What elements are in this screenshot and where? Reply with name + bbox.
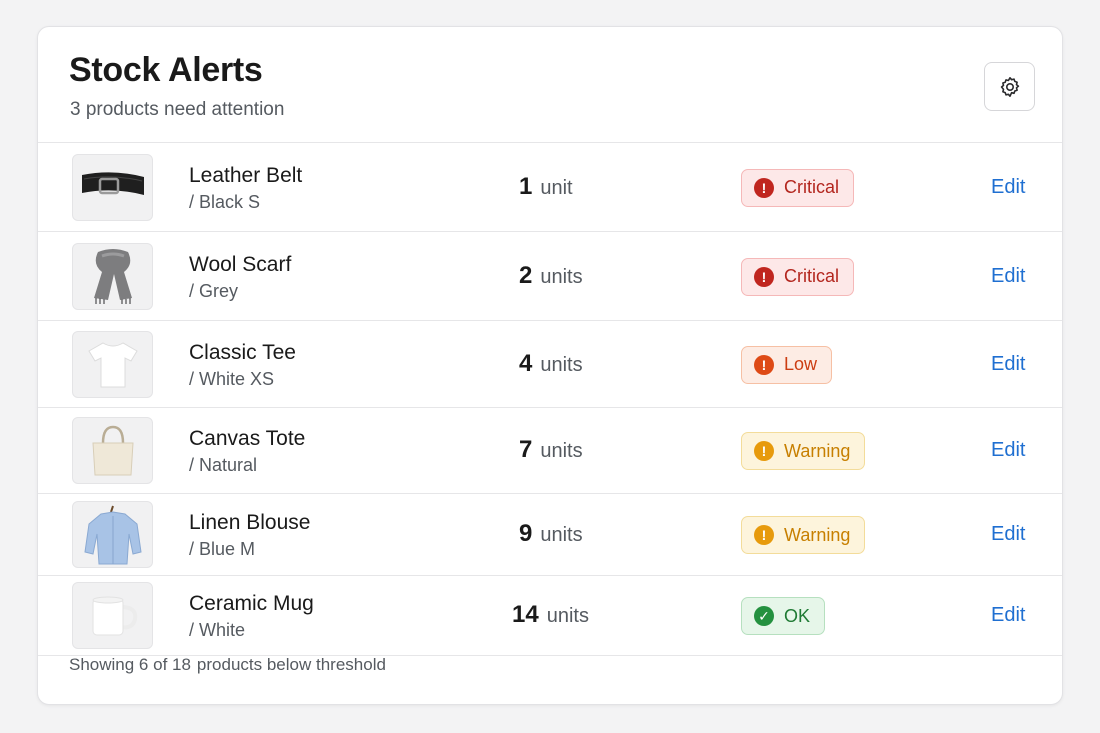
status-badge: ! Warning	[741, 432, 866, 470]
footer-count: Showing 6 of 18	[69, 655, 191, 674]
gear-icon	[1000, 76, 1019, 97]
quantity-unit: units	[540, 353, 583, 376]
quantity-value: 14	[512, 601, 539, 628]
quantity-unit: units	[540, 265, 583, 288]
product-name: Ceramic Mug	[189, 592, 314, 615]
status-label: Critical	[784, 266, 840, 286]
stock-quantity: 4 units	[519, 350, 583, 378]
status-badge: ! Critical	[741, 168, 855, 207]
status-label: Critical	[784, 177, 840, 197]
edit-link[interactable]: Edit	[991, 353, 1025, 376]
product-name: Canvas Tote	[189, 427, 306, 450]
alert-circle-icon: !	[754, 525, 774, 545]
status-badge: ! Low	[741, 345, 833, 384]
quantity-value: 7	[519, 436, 533, 463]
stock-quantity: 1 unit	[519, 173, 573, 201]
table-row: Classic Tee / White XS 4 units! Low Edit	[38, 321, 1062, 408]
stock-quantity: 7 units	[519, 436, 583, 464]
check-circle-icon: ✓	[754, 606, 774, 626]
table-row: Ceramic Mug / White 14 units ✓ OK Edit	[38, 576, 1062, 656]
table-footer: Showing 6 of 18 products below threshold	[38, 655, 1062, 675]
footer-suffix: products below threshold	[196, 655, 386, 674]
product-variant: / White XS	[189, 368, 275, 389]
page-subtitle: 3 products need attention	[70, 99, 285, 120]
product-thumbnail	[72, 501, 153, 568]
status-badge: ✓ OK	[741, 597, 826, 635]
quantity-value: 9	[519, 520, 533, 547]
product-variant: / Natural	[189, 455, 258, 475]
status-label: Low	[784, 354, 818, 374]
quantity-value: 4	[519, 349, 533, 377]
status-label: OK	[784, 605, 811, 626]
edit-link[interactable]: Edit	[991, 604, 1025, 627]
quantity-unit: units	[540, 440, 583, 462]
alert-circle-icon: !	[754, 177, 774, 198]
product-variant: / Black S	[189, 191, 261, 212]
settings-button[interactable]	[984, 62, 1035, 111]
status-label: Warning	[784, 524, 851, 545]
stock-quantity: 9 units	[519, 520, 583, 548]
alert-circle-icon: !	[754, 266, 774, 287]
table-row: Canvas Tote / Natural 7 units! Warning Edit	[38, 408, 1062, 494]
quantity-value: 2	[519, 261, 533, 289]
quantity-value: 1	[519, 172, 533, 200]
edit-link[interactable]: Edit	[991, 265, 1025, 288]
status-badge: ! Warning	[741, 516, 866, 554]
alert-circle-icon: !	[754, 441, 774, 461]
product-thumbnail	[72, 417, 153, 484]
table-row: Leather Belt / Black S 1 unit! Critical Edit	[38, 143, 1062, 232]
status-badge: ! Critical	[741, 257, 855, 296]
product-thumbnail	[72, 242, 153, 310]
stock-quantity: 14 units	[512, 601, 589, 629]
edit-link[interactable]: Edit	[991, 176, 1025, 199]
product-variant: / White	[189, 620, 246, 640]
quantity-unit: unit	[540, 176, 573, 199]
stock-quantity: 2 units	[519, 262, 583, 290]
edit-link[interactable]: Edit	[991, 523, 1025, 546]
table-row: Wool Scarf / Grey 2 units! Critical Edit	[38, 232, 1062, 321]
quantity-unit: units	[546, 605, 589, 627]
product-name: Linen Blouse	[189, 511, 311, 534]
product-variant: / Grey	[189, 280, 239, 301]
product-thumbnail	[72, 582, 153, 649]
product-name: Classic Tee	[189, 340, 296, 364]
edit-link[interactable]: Edit	[991, 439, 1025, 462]
product-thumbnail	[72, 153, 153, 221]
quantity-unit: units	[540, 524, 583, 546]
product-list: Leather Belt / Black S 1 unit! Critical Edit W…	[38, 143, 1062, 656]
card-header: Stock Alerts 3 products need attention	[38, 27, 1062, 143]
table-row: Linen Blouse / Blue M 9 units! Warning Edit	[38, 494, 1062, 576]
alert-circle-icon: !	[754, 354, 774, 375]
status-label: Warning	[784, 440, 851, 461]
product-name: Wool Scarf	[189, 252, 292, 276]
product-variant: / Blue M	[189, 539, 256, 559]
product-name: Leather Belt	[189, 163, 303, 187]
product-thumbnail	[72, 330, 153, 398]
page-title: Stock Alerts	[69, 51, 263, 89]
stock-alerts-card: Stock Alerts 3 products need attention L…	[37, 26, 1063, 705]
